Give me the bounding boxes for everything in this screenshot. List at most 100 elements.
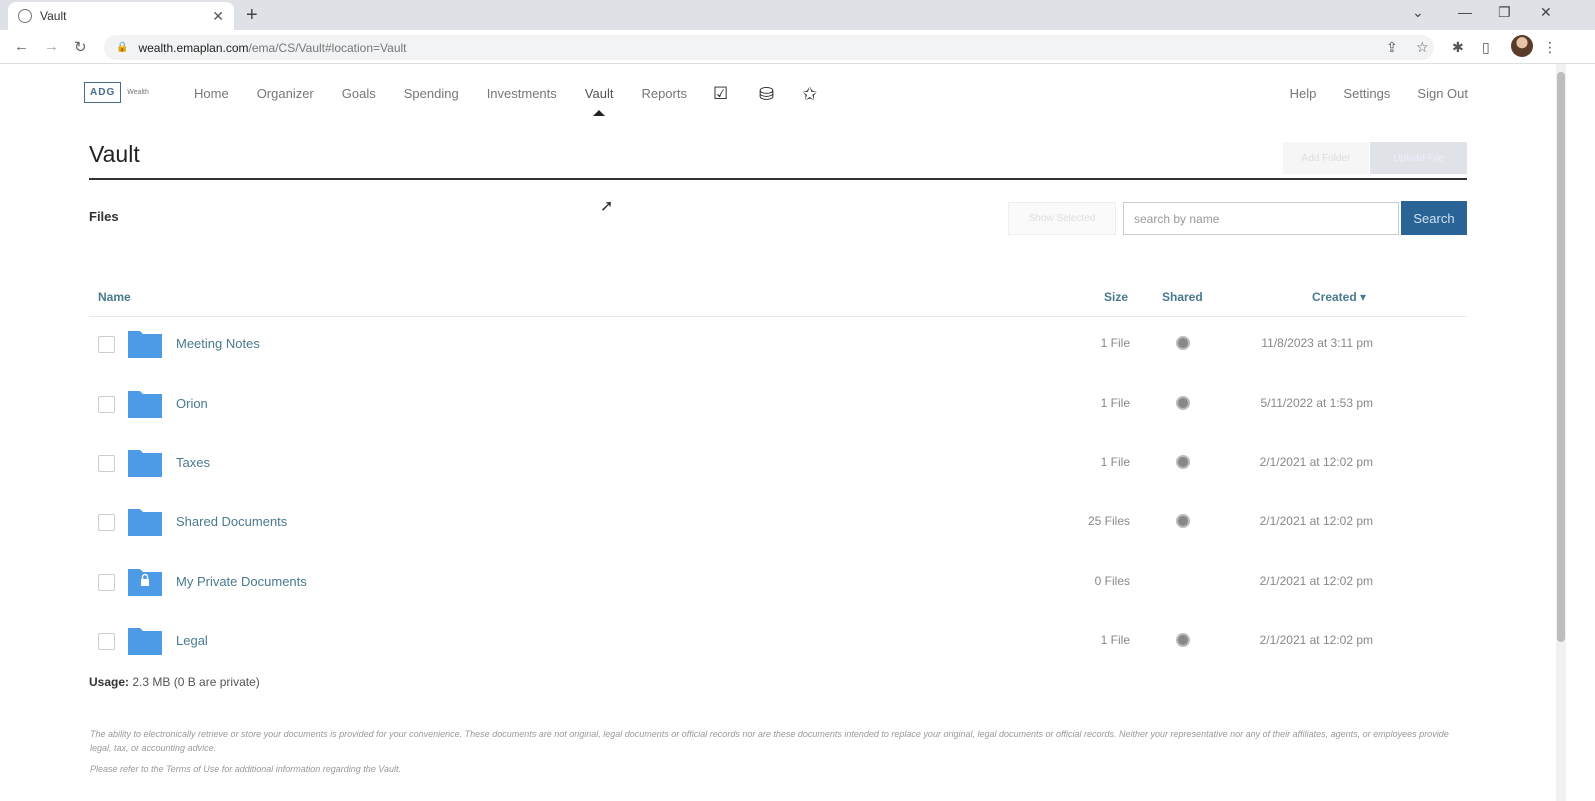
folder-icon [128, 509, 162, 536]
folder-name-link[interactable]: Shared Documents [176, 514, 287, 529]
nav-sign-out[interactable]: Sign Out [1417, 86, 1468, 101]
table-row[interactable]: Legal 1 File 2/1/2021 at 12:02 pm [89, 623, 1467, 663]
folder-name-link[interactable]: My Private Documents [176, 574, 307, 589]
folder-size: 1 File [1100, 455, 1130, 469]
created-date: 5/11/2022 at 1:53 pm [1260, 396, 1373, 410]
share-icon[interactable]: ⇪ [1386, 39, 1398, 56]
table-row[interactable]: Taxes 1 File 2/1/2021 at 12:02 pm [89, 445, 1467, 485]
side-panel-icon[interactable]: ▯ [1482, 39, 1490, 56]
nav-organizer[interactable]: Organizer [257, 86, 314, 101]
shared-indicator-icon [1176, 633, 1190, 647]
usage-value: 2.3 MB (0 B are private) [132, 675, 260, 689]
tab-close-icon[interactable]: ✕ [212, 8, 224, 25]
upload-file-button[interactable]: Upload File [1370, 142, 1467, 174]
folder-size: 1 File [1100, 396, 1130, 410]
folder-name-link[interactable]: Legal [176, 633, 208, 648]
folder-name-link[interactable]: Meeting Notes [176, 336, 260, 351]
header-divider [89, 316, 1467, 317]
add-folder-button[interactable]: Add Folder [1283, 142, 1369, 174]
nav-goals[interactable]: Goals [342, 86, 376, 101]
url-host: wealth.emaplan.com [138, 40, 249, 55]
column-header-created[interactable]: Created ▾ [1312, 290, 1366, 304]
window-close-button[interactable]: ✕ [1540, 4, 1552, 21]
browser-tab[interactable]: Vault ✕ [8, 2, 234, 30]
folder-icon [128, 628, 162, 655]
usage-summary: Usage: 2.3 MB (0 B are private) [89, 675, 260, 689]
minimize-button[interactable]: — [1458, 4, 1472, 20]
maximize-button[interactable]: ❐ [1498, 4, 1511, 21]
search-button[interactable]: Search [1401, 201, 1467, 235]
private-folder-icon [128, 569, 162, 596]
coins-icon[interactable]: ⛁ [759, 84, 774, 105]
title-divider [89, 178, 1467, 180]
extensions-puzzle-icon[interactable]: ✱ [1452, 39, 1464, 56]
shared-indicator-icon [1176, 336, 1190, 350]
created-date: 2/1/2021 at 12:02 pm [1259, 574, 1373, 588]
shared-indicator-icon [1176, 514, 1190, 528]
folder-name-link[interactable]: Orion [176, 396, 208, 411]
usage-label: Usage: [89, 675, 130, 689]
mouse-cursor-icon: ➚ [600, 198, 614, 215]
row-checkbox[interactable] [98, 455, 115, 472]
scrollbar-thumb[interactable] [1557, 72, 1565, 642]
forward-arrow-icon[interactable]: → [44, 38, 59, 55]
row-checkbox[interactable] [98, 633, 115, 650]
show-selected-button[interactable]: Show Selected [1008, 202, 1116, 235]
disclaimer-text: The ability to electronically retrieve o… [90, 729, 1449, 753]
created-date: 2/1/2021 at 12:02 pm [1259, 633, 1373, 647]
app-nav: ADG Wealth Home Organizer Goals Spending… [0, 78, 1560, 116]
folder-icon [128, 331, 162, 358]
files-section-label: Files [89, 209, 119, 224]
terms-note: Please refer to the Terms of Use for add… [90, 764, 402, 774]
utility-nav: Help Settings Sign Out [1263, 86, 1468, 101]
nav-investments[interactable]: Investments [487, 86, 557, 101]
new-tab-button[interactable]: + [246, 4, 258, 27]
lock-icon: 🔒 [116, 42, 129, 53]
tasks-checkbox-icon[interactable]: ☑ [713, 84, 728, 104]
page-title: Vault [89, 141, 140, 167]
created-date: 2/1/2021 at 12:02 pm [1259, 514, 1373, 528]
nav-settings[interactable]: Settings [1343, 86, 1390, 101]
url-path: /ema/CS/Vault#location=Vault [248, 40, 407, 55]
table-row[interactable]: Orion 1 File 5/11/2022 at 1:53 pm [89, 386, 1467, 426]
folder-size: 1 File [1100, 633, 1130, 647]
folder-icon [128, 450, 162, 477]
main-nav: Home Organizer Goals Spending Investment… [194, 86, 715, 116]
bookmark-star-icon[interactable]: ☆ [1416, 39, 1429, 56]
table-row[interactable]: Shared Documents 25 Files 2/1/2021 at 12:0… [89, 504, 1467, 544]
folder-icon [128, 391, 162, 418]
tab-title: Vault [40, 9, 67, 23]
search-input[interactable] [1123, 202, 1399, 235]
row-checkbox[interactable] [98, 396, 115, 413]
column-header-shared[interactable]: Shared [1162, 290, 1203, 304]
tab-search-chevron-icon[interactable]: ⌄ [1412, 4, 1424, 21]
nav-vault[interactable]: Vault [585, 86, 613, 116]
profile-avatar[interactable] [1511, 35, 1533, 57]
logo-subtext: Wealth [127, 88, 149, 96]
row-checkbox[interactable] [98, 574, 115, 591]
reload-icon[interactable]: ↻ [74, 38, 87, 56]
logo-mark: ADG [84, 82, 122, 103]
row-checkbox[interactable] [98, 514, 115, 531]
nav-reports[interactable]: Reports [641, 86, 687, 101]
folder-size: 25 Files [1087, 514, 1130, 528]
table-row[interactable]: Meeting Notes 1 File 11/8/2023 at 3:11 pm [89, 326, 1467, 366]
folder-size: 1 File [1100, 336, 1130, 350]
company-logo[interactable]: ADG Wealth [84, 82, 149, 103]
column-header-size[interactable]: Size [1104, 290, 1128, 304]
shared-indicator-icon [1176, 396, 1190, 410]
row-checkbox[interactable] [98, 336, 115, 353]
nav-home[interactable]: Home [194, 86, 229, 101]
column-header-name[interactable]: Name [98, 290, 131, 304]
nav-spending[interactable]: Spending [404, 86, 459, 101]
page-scrollbar[interactable] [1556, 64, 1566, 801]
back-arrow-icon[interactable]: ← [14, 38, 29, 55]
table-row[interactable]: My Private Documents 0 Files 2/1/2021 at 1… [89, 564, 1467, 604]
browser-menu-icon[interactable]: ⋮ [1543, 39, 1557, 56]
folder-name-link[interactable]: Taxes [176, 455, 210, 470]
url-field[interactable]: 🔒 wealth.emaplan.com/ema/CS/Vault#locati… [104, 35, 1434, 60]
address-bar-row: ← → ↻ 🔒 wealth.emaplan.com/ema/CS/Vault#… [0, 30, 1595, 64]
browser-tabstrip: Vault ✕ + ⌄ — ❐ ✕ [0, 0, 1595, 30]
star-icon[interactable]: ✩ [802, 84, 817, 105]
nav-help[interactable]: Help [1290, 86, 1317, 101]
